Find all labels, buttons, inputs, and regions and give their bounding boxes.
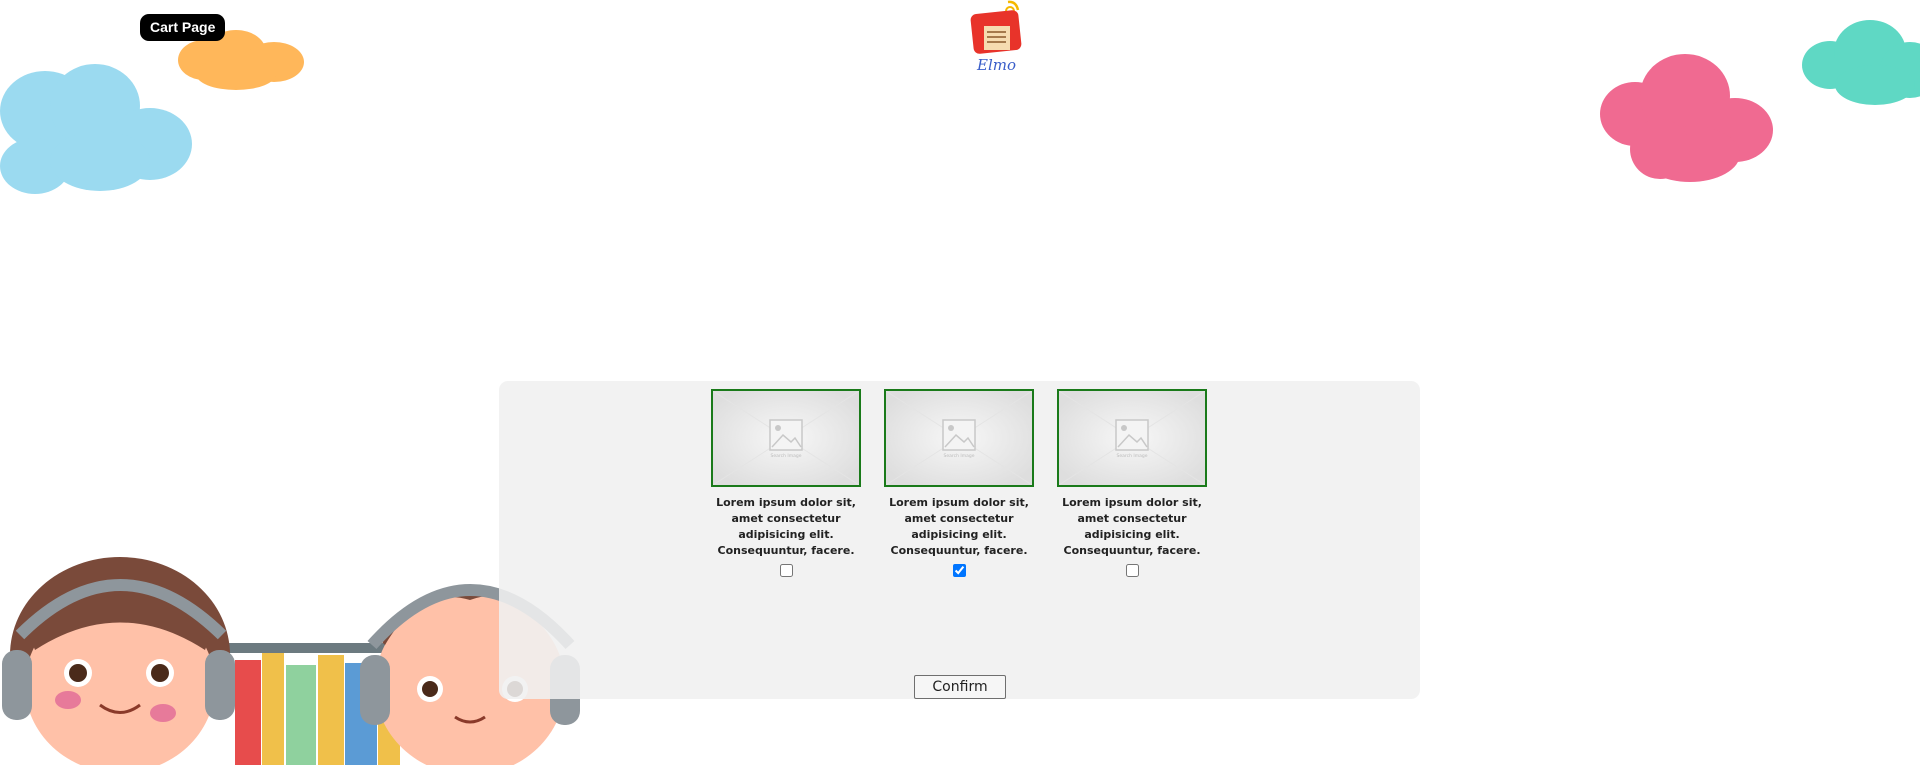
svg-text:Search Image: Search Image	[771, 453, 802, 459]
product-image-placeholder: Search Image	[1057, 389, 1207, 487]
product-description: Lorem ipsum dolor sit, amet consectetur …	[716, 496, 856, 557]
teal-cloud-decoration	[1802, 20, 1920, 105]
product-card: Search Image Lorem ipsum dolor sit, amet…	[1057, 389, 1207, 580]
product-card: Search Image Lorem ipsum dolor sit, amet…	[711, 389, 861, 580]
image-placeholder-icon: Search Image	[713, 391, 859, 485]
svg-text:Search Image: Search Image	[944, 453, 975, 459]
image-placeholder-icon: Search Image	[1059, 391, 1205, 485]
svg-text:Elmo: Elmo	[976, 56, 1016, 74]
product-description: Lorem ipsum dolor sit, amet consectetur …	[1062, 496, 1202, 557]
product-selection-panel: Search Image Lorem ipsum dolor sit, amet…	[499, 381, 1420, 699]
product-card-list: Search Image Lorem ipsum dolor sit, amet…	[711, 389, 1207, 580]
image-placeholder-icon: Search Image	[886, 391, 1032, 485]
product-checkbox[interactable]	[1126, 564, 1139, 577]
product-checkbox[interactable]	[953, 564, 966, 577]
elmo-logo[interactable]: Elmo	[968, 0, 1028, 74]
product-card: Search Image Lorem ipsum dolor sit, amet…	[884, 389, 1034, 580]
product-description: Lorem ipsum dolor sit, amet consectetur …	[889, 496, 1029, 557]
product-image-placeholder: Search Image	[884, 389, 1034, 487]
svg-text:Search Image: Search Image	[1117, 453, 1148, 459]
blue-cloud-decoration	[0, 64, 192, 194]
pink-cloud-decoration	[1600, 54, 1773, 182]
product-image-placeholder: Search Image	[711, 389, 861, 487]
cart-page-button[interactable]: Cart Page	[140, 14, 226, 41]
confirm-button[interactable]: Confirm	[914, 675, 1006, 699]
product-checkbox[interactable]	[780, 564, 793, 577]
